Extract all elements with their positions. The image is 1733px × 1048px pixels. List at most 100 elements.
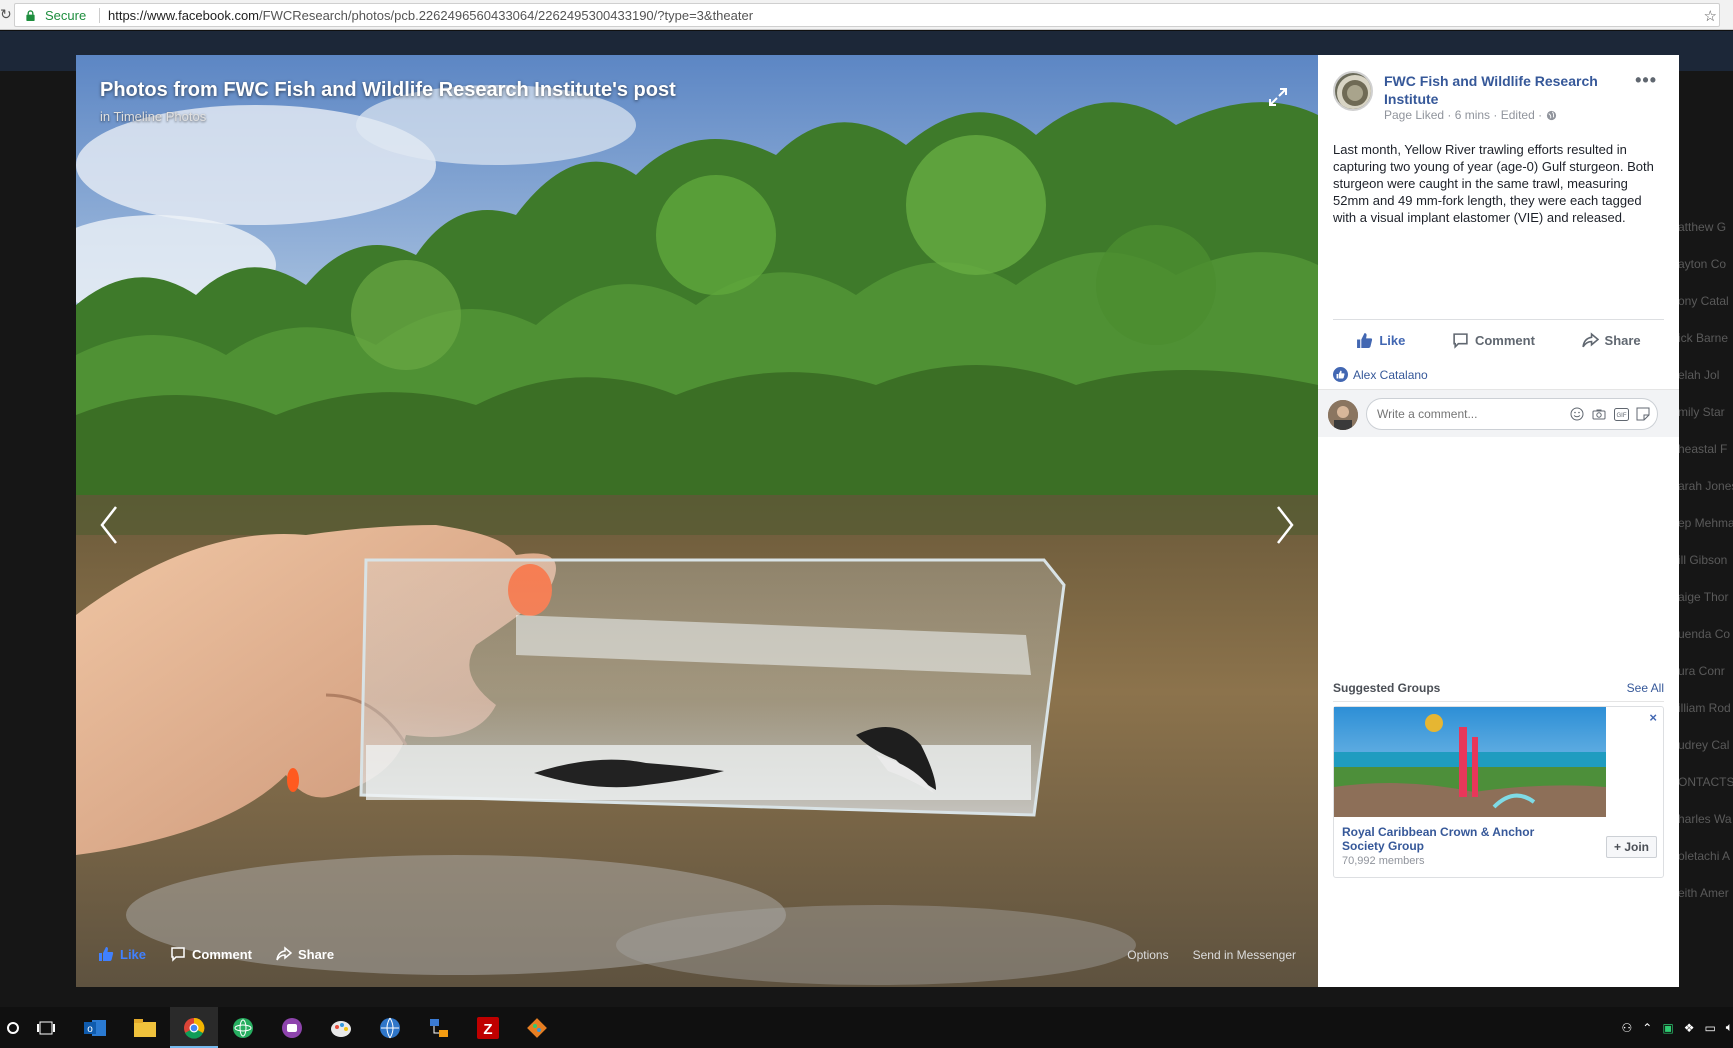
photo-viewer[interactable]: Photos from FWC Fish and Wildlife Resear… xyxy=(76,55,1318,987)
page-name-link[interactable]: FWC Fish and Wildlife Research Institute xyxy=(1384,72,1624,108)
url-path: /FWCResearch/photos/pcb.2262496560433064… xyxy=(259,8,754,23)
photo-theater: Photos from FWC Fish and Wildlife Resear… xyxy=(76,55,1679,987)
background-chat-contact: elah Jol xyxy=(1678,368,1720,382)
svg-text:o: o xyxy=(87,1024,93,1035)
send-in-messenger-link[interactable]: Send in Messenger xyxy=(1193,948,1296,962)
post-comment-label: Comment xyxy=(1474,332,1535,348)
dismiss-group-icon[interactable]: × xyxy=(1649,710,1657,725)
post-meta-text: Page Liked · 6 mins · Edited · xyxy=(1384,108,1543,122)
purple-app-icon[interactable] xyxy=(279,1015,305,1041)
bookmark-star-icon[interactable]: ☆ xyxy=(1704,7,1717,25)
background-chat-contact: ony Catal xyxy=(1678,294,1729,308)
url-text[interactable]: https://www.facebook.com/FWCResearch/pho… xyxy=(108,8,753,23)
url-field[interactable]: Secure https://www.facebook.com/FWCResea… xyxy=(14,3,1720,27)
tray-app-icon[interactable]: ▣ xyxy=(1662,1021,1673,1035)
photo-action-bar: Like Comment Share xyxy=(98,943,358,965)
photo-extra-actions: Options Send in Messenger xyxy=(1103,948,1296,962)
comment-input-icons: GIF xyxy=(1563,406,1651,422)
background-chat-contact: ONTACTS xyxy=(1678,775,1733,789)
background-chat-contact: mily Star xyxy=(1678,405,1725,419)
comment-composer: GIF xyxy=(1318,389,1679,437)
suggested-groups-divider xyxy=(1333,701,1664,702)
like-reaction-icon xyxy=(1333,367,1348,382)
tray-expand-icon[interactable]: ⌃ xyxy=(1642,1021,1652,1035)
previous-photo-arrow-icon[interactable] xyxy=(98,505,120,545)
share-arrow-icon xyxy=(276,946,292,961)
globe-icon xyxy=(1546,110,1557,120)
post-share-button[interactable]: Share xyxy=(1581,331,1641,349)
photo-share-label: Share xyxy=(297,946,335,962)
post-text: Last month, Yellow River trawling effort… xyxy=(1333,142,1654,225)
windows-taskbar: o Z ⚇ ⌃ ▣ ❖ ▭ 🔈︎ xyxy=(0,1007,1733,1048)
likers-summary[interactable]: Alex Catalano xyxy=(1333,367,1428,382)
thumbs-up-icon xyxy=(99,947,114,961)
background-chat-contact: arah Jones xyxy=(1678,479,1733,493)
photo-like-label: Like xyxy=(120,946,147,962)
url-host: https://www.facebook.com xyxy=(108,8,260,23)
post-side-panel: FWC Fish and Wildlife Research Institute… xyxy=(1318,55,1679,987)
background-chat-contact: ick Barne xyxy=(1678,331,1729,345)
group-member-count: 70,992 members xyxy=(1342,855,1425,867)
background-chat-contact: eith Amer xyxy=(1678,886,1729,900)
page-avatar[interactable] xyxy=(1333,71,1373,111)
people-icon[interactable]: ⚇ xyxy=(1622,1021,1633,1035)
reload-icon[interactable]: ↻ xyxy=(0,6,12,23)
background-chat-contact: ura Conr xyxy=(1678,664,1725,678)
see-all-link[interactable]: See All xyxy=(1627,681,1664,695)
globe-app-icon[interactable] xyxy=(377,1015,403,1041)
task-view-icon[interactable] xyxy=(33,1015,59,1041)
user-avatar[interactable] xyxy=(1328,400,1358,430)
secure-label: Secure xyxy=(45,8,87,23)
outlook-icon[interactable]: o xyxy=(82,1015,108,1041)
photo-title[interactable]: Photos from FWC Fish and Wildlife Resear… xyxy=(100,79,676,102)
atom-app-icon[interactable] xyxy=(230,1015,256,1041)
liker-name[interactable]: Alex Catalano xyxy=(1353,368,1428,382)
svg-text:GIF: GIF xyxy=(1616,413,1626,419)
sticker-icon[interactable] xyxy=(1635,406,1651,422)
share-arrow-icon xyxy=(1581,331,1599,347)
group-cover-image[interactable] xyxy=(1334,707,1606,817)
paint-app-icon[interactable] xyxy=(328,1015,354,1041)
comment-bubble-icon xyxy=(171,947,185,962)
gif-icon[interactable]: GIF xyxy=(1613,406,1629,422)
photo-image xyxy=(76,55,1318,987)
post-like-button[interactable]: Like xyxy=(1356,332,1405,349)
photo-comment-button[interactable]: Comment xyxy=(170,946,252,962)
search-circle-icon[interactable] xyxy=(0,1015,26,1041)
lock-icon xyxy=(26,10,35,21)
background-chat-contact: udrey Cal xyxy=(1678,738,1730,752)
filezilla-icon[interactable]: Z xyxy=(475,1015,501,1041)
network-app-icon[interactable] xyxy=(426,1015,452,1041)
system-tray: ⚇ ⌃ ▣ ❖ ▭ 🔈︎ xyxy=(1612,1007,1733,1048)
network-status-icon[interactable]: ▭ xyxy=(1704,1021,1715,1035)
thumbs-up-icon xyxy=(1357,332,1373,348)
more-options-icon[interactable]: ••• xyxy=(1635,70,1657,91)
emoji-icon[interactable] xyxy=(1569,406,1585,422)
git-app-icon[interactable] xyxy=(524,1015,550,1041)
background-chat-contact: aige Thor xyxy=(1678,590,1729,604)
group-name-link[interactable]: Royal Caribbean Crown & Anchor Society G… xyxy=(1342,825,1570,853)
suggested-groups-title: Suggested Groups xyxy=(1333,681,1441,695)
address-separator xyxy=(99,8,100,23)
next-photo-arrow-icon[interactable] xyxy=(1274,505,1296,545)
post-comment-button[interactable]: Comment xyxy=(1452,332,1535,349)
volume-icon[interactable]: 🔈︎ xyxy=(1726,1020,1733,1035)
fullscreen-expand-icon[interactable] xyxy=(1268,87,1288,107)
background-chat-contact: harles Wa xyxy=(1678,812,1732,826)
join-group-button[interactable]: + Join xyxy=(1605,836,1657,858)
chrome-icon[interactable] xyxy=(181,1015,207,1041)
fwc-seal-icon xyxy=(1337,75,1371,109)
photo-comment-label: Comment xyxy=(192,946,252,962)
camera-icon[interactable] xyxy=(1591,406,1607,422)
dropbox-icon[interactable]: ❖ xyxy=(1684,1021,1695,1035)
options-link[interactable]: Options xyxy=(1127,948,1168,962)
photo-like-button[interactable]: Like xyxy=(98,946,146,962)
file-explorer-icon[interactable] xyxy=(132,1015,158,1041)
background-chat-contact: ill Gibson xyxy=(1678,553,1728,567)
chat-sidebar: atthew G ayton Co ony Catal ick Barne elah J… xyxy=(1676,80,1733,980)
background-chat-contact: ayton Co xyxy=(1678,257,1727,271)
svg-text:Z: Z xyxy=(483,1021,492,1038)
photo-share-button[interactable]: Share xyxy=(276,946,334,962)
background-chat-contact: ep Mehma xyxy=(1678,516,1733,530)
photo-album-link[interactable]: in Timeline Photos xyxy=(100,109,206,124)
